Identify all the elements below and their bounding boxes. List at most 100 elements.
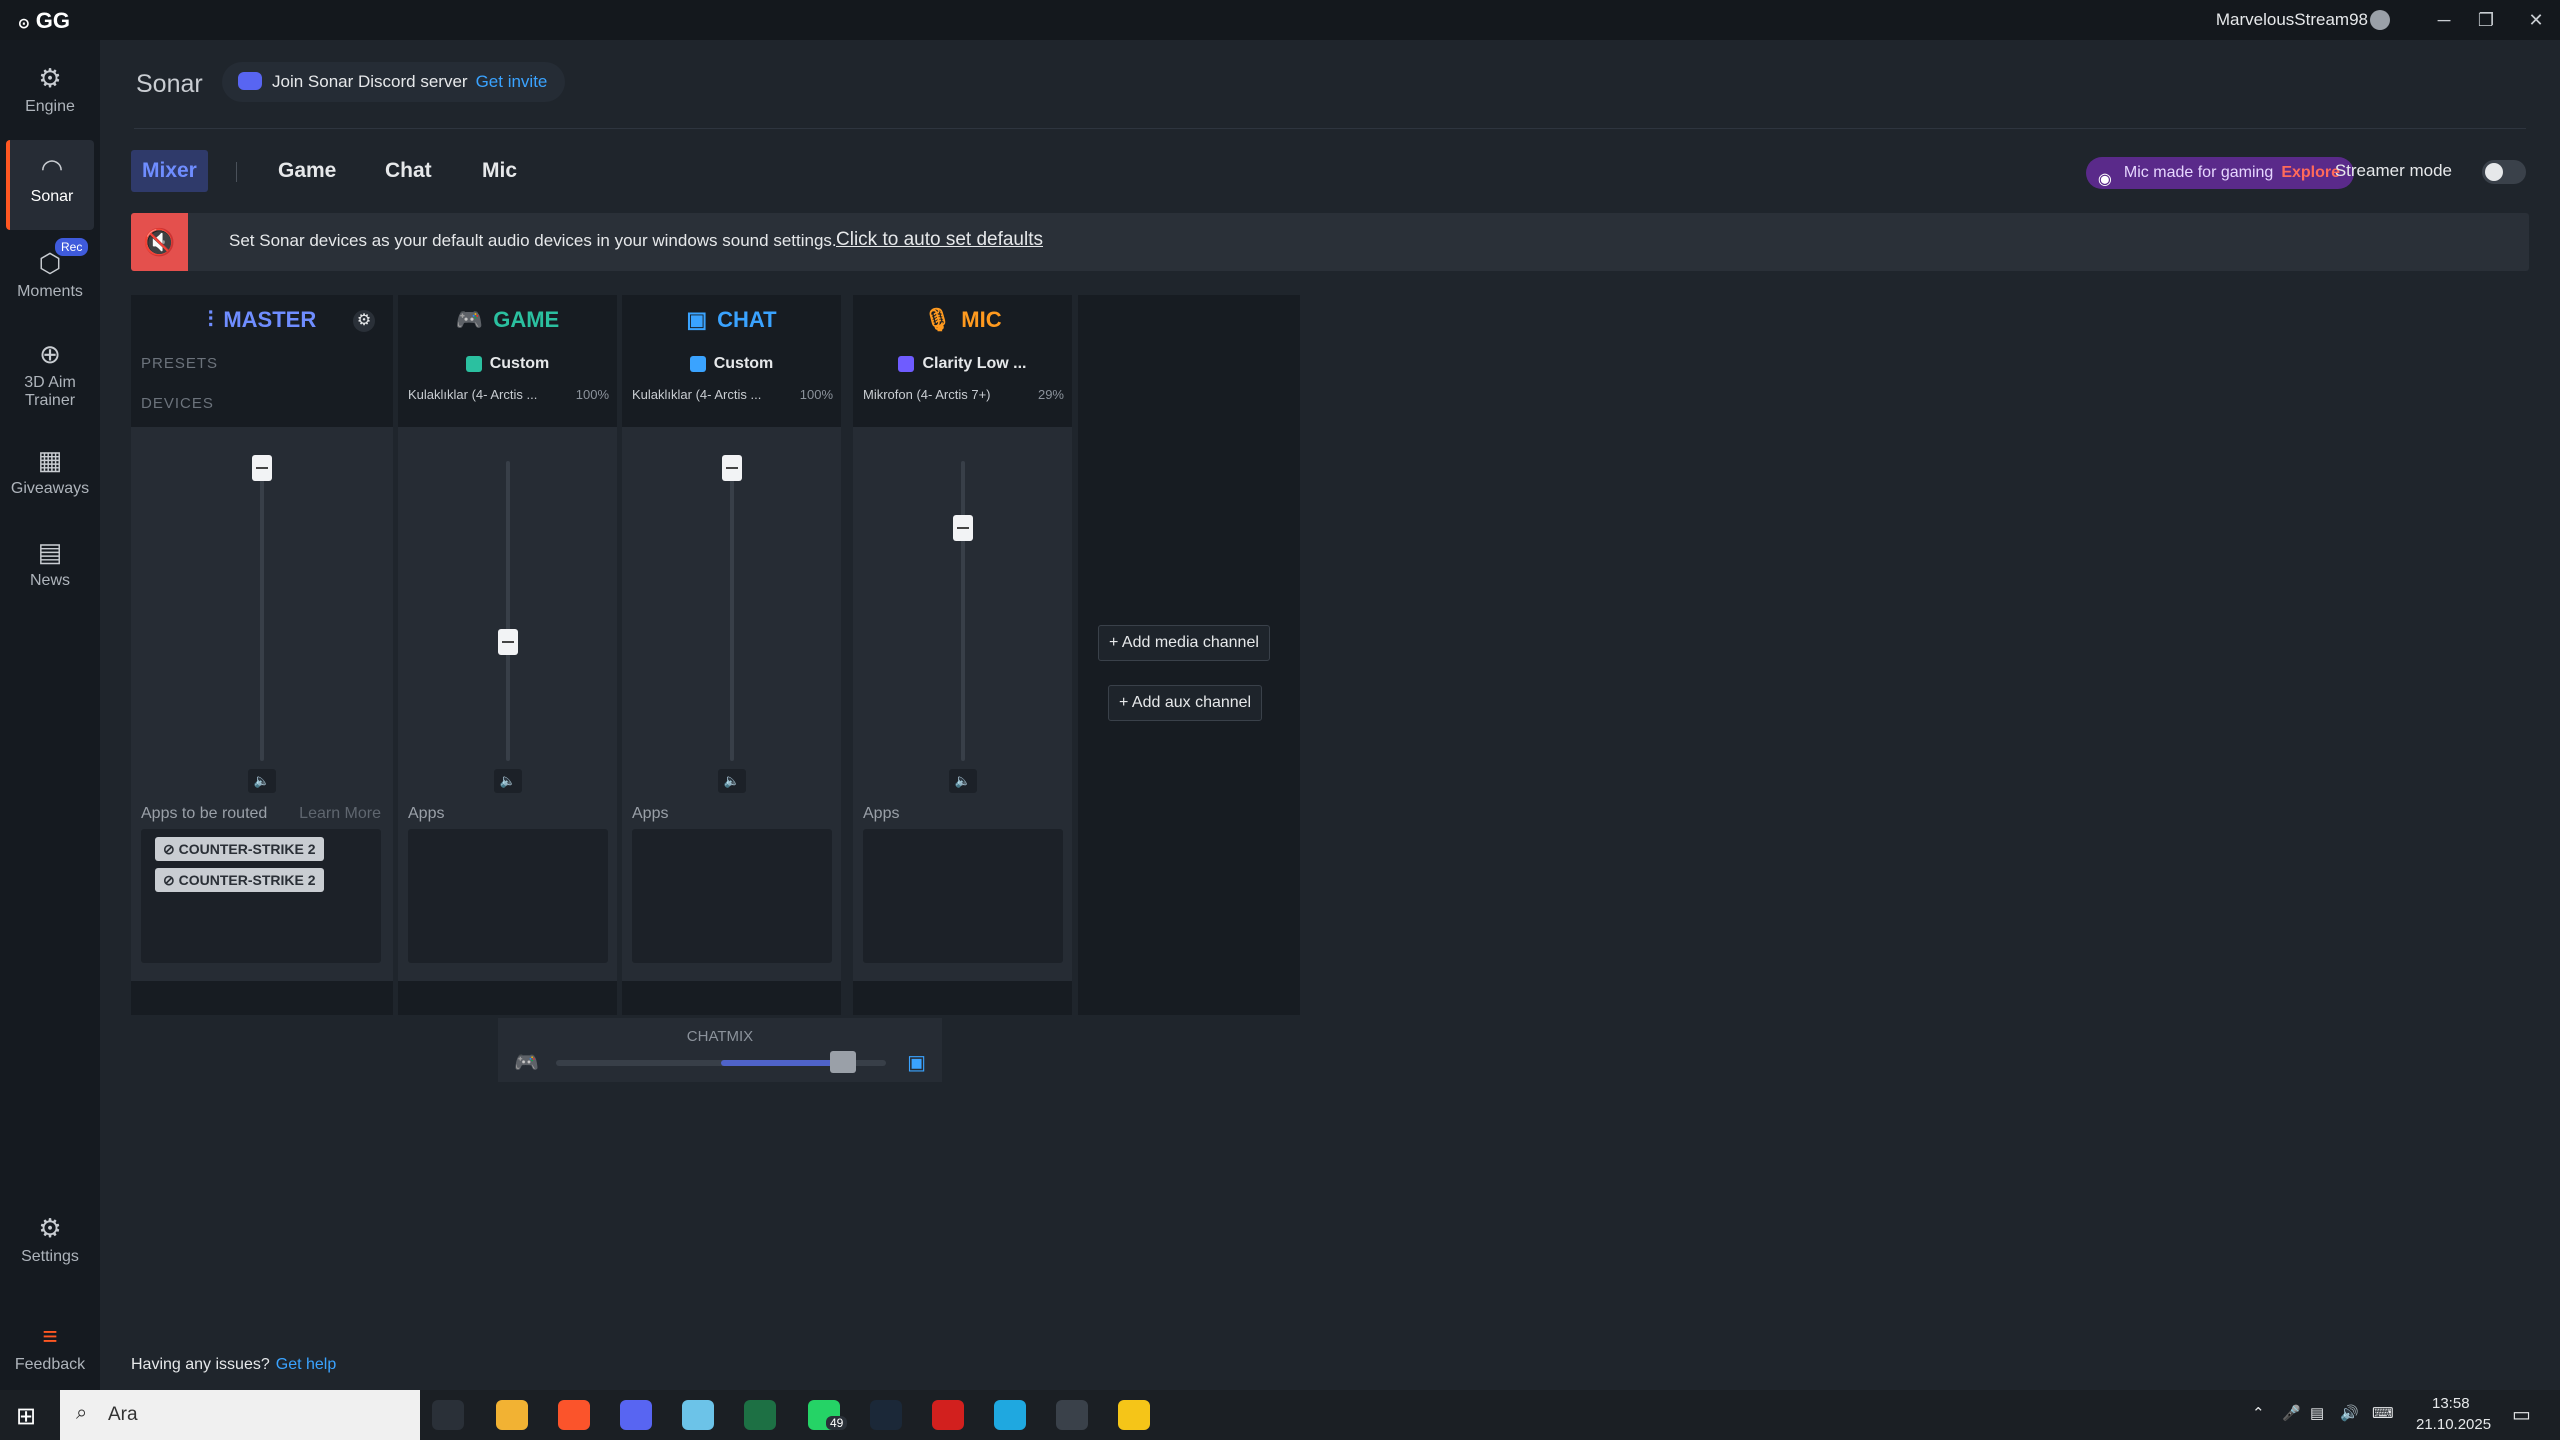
auto-set-defaults-link[interactable]: Click to auto set defaults (836, 229, 1043, 251)
volume-icon[interactable]: 🔊 (2340, 1404, 2359, 1422)
tab-mixer[interactable]: Mixer (131, 150, 208, 192)
game-device-select[interactable]: Kulaklıklar (4- Arctis ... (408, 387, 537, 402)
mic-promo-icon: ◉ (2097, 171, 2112, 188)
discord-icon[interactable] (620, 1400, 652, 1430)
app-chip[interactable]: ⊘ COUNTER-STRIKE 2 (155, 868, 324, 892)
mic-channel: 🎙 MIC Clarity Low ... Mikrofon (4- Arctis… (853, 295, 1072, 1015)
chatmix-slider-track[interactable] (556, 1051, 886, 1073)
master-speaker-icon[interactable]: 🔈 (248, 769, 276, 793)
add-aux-channel-button[interactable]: + Add aux channel (1108, 685, 1263, 721)
engine-icon: ⚙ (38, 63, 62, 93)
sonar-icon: ◠ (40, 153, 64, 183)
acrobat-icon[interactable] (932, 1400, 964, 1430)
sidebar-item-feedback[interactable]: ≡ Feedback (6, 1318, 94, 1388)
app-icon[interactable] (1118, 1400, 1150, 1430)
main-panel: Sonar Join Sonar Discord server Get invit… (100, 40, 2560, 1390)
sidebar-item-news[interactable]: ▤ News (6, 534, 94, 614)
taskbar-search-input[interactable]: Ara (60, 1390, 420, 1440)
game-device-volume: 100% (575, 387, 609, 402)
clock-date[interactable]: 21.10.2025 (2416, 1416, 2491, 1433)
learn-more-link[interactable]: Learn More (299, 805, 381, 823)
game-apps-label: Apps (408, 805, 445, 822)
chat-speaker-icon[interactable]: 🔈 (718, 769, 746, 793)
page-title: Sonar (136, 70, 203, 98)
brave-browser-icon[interactable] (558, 1400, 590, 1430)
mic-apps-label: Apps (863, 805, 900, 822)
game-fader-track[interactable] (506, 461, 510, 761)
network-icon[interactable]: ▤ (2310, 1404, 2324, 1422)
mic-promo-banner[interactable]: ◉ Mic made for gaming Explore (2085, 157, 2354, 189)
discord-banner[interactable]: Join Sonar Discord server Get invite (222, 62, 566, 102)
preset-icon (465, 355, 482, 372)
sidebar-item-giveaways[interactable]: ▦ Giveaways (6, 442, 94, 522)
game-fader-area: 🔈 Apps (398, 427, 617, 981)
tab-divider (236, 162, 237, 182)
discord-icon (238, 72, 262, 90)
notifications-icon[interactable]: ▭ (2512, 1402, 2531, 1427)
game-speaker-icon[interactable]: 🔈 (494, 769, 522, 793)
get-invite-link[interactable]: Get invite (476, 72, 548, 91)
mic-fader-track[interactable] (961, 461, 965, 761)
streamer-mode-toggle[interactable] (2482, 160, 2526, 184)
chat-fader-knob[interactable] (722, 455, 742, 481)
chatmix-slider-knob[interactable] (830, 1051, 857, 1073)
sidebar-item-sonar[interactable]: ◠ Sonar (6, 140, 94, 230)
microphone-icon: 🎙 (923, 307, 952, 332)
add-media-channel-button[interactable]: + Add media channel (1098, 625, 1270, 661)
sidebar-item-engine[interactable]: ⚙ Engine (6, 60, 94, 140)
preset-icon (689, 355, 706, 372)
get-help-link[interactable]: Get help (276, 1356, 336, 1373)
mic-fader-knob[interactable] (953, 515, 973, 541)
game-fader-knob[interactable] (498, 629, 518, 655)
chat-device-volume: 100% (799, 387, 833, 402)
minimize-button[interactable]: ─ (2424, 4, 2464, 36)
steam-icon[interactable] (870, 1400, 902, 1430)
mic-device-select[interactable]: Mikrofon (4- Arctis 7+) (863, 387, 991, 402)
default-devices-banner: 🔇 Set Sonar devices as your default audi… (131, 213, 2529, 271)
gift-icon: ▦ (37, 445, 63, 475)
chat-preset-select[interactable]: Custom (622, 347, 841, 381)
steelseries-gg-icon[interactable] (1056, 1400, 1088, 1430)
chevron-up-icon[interactable]: ⌃ (2252, 1404, 2265, 1422)
game-apps-list (408, 829, 608, 963)
sidebar: ⚙ Engine ◠ Sonar ⬡ Moments Rec ⊕ 3D Aim … (0, 40, 100, 1390)
mic-speaker-icon[interactable]: 🔈 (949, 769, 977, 793)
chat-fader-area: 🔈 Apps (622, 427, 841, 981)
avatar[interactable] (2370, 10, 2390, 30)
file-explorer-icon[interactable] (496, 1400, 528, 1430)
game-preset-select[interactable]: Custom (398, 347, 617, 381)
explore-link[interactable]: Explore (2281, 164, 2340, 181)
windows-start-icon[interactable]: ⊞ (16, 1402, 36, 1431)
chat-device-select[interactable]: Kulaklıklar (4- Arctis ... (632, 387, 761, 402)
chat-fader-track[interactable] (730, 461, 734, 761)
presets-label: PRESETS (141, 355, 219, 372)
master-fader-track[interactable] (260, 461, 264, 761)
game-channel: 🎮 GAME Custom Kulaklıklar (4- Arctis ... … (398, 295, 617, 1015)
restore-button[interactable]: ❐ (2466, 4, 2506, 36)
master-channel: ⫶ MASTER ⚙ PRESETS DEVICES 🔈 Apps to be r… (131, 295, 393, 1015)
mic-preset-select[interactable]: Clarity Low ... (853, 347, 1072, 381)
sidebar-item-3d-aim-trainer[interactable]: ⊕ 3D Aim Trainer (6, 336, 94, 436)
rec-badge: Rec (55, 238, 89, 256)
chatmix-label: CHATMIX (686, 1028, 754, 1045)
keyboard-icon[interactable]: ⌨ (2372, 1404, 2394, 1422)
close-button[interactable]: ✕ (2516, 4, 2556, 36)
app-logo: ⊙ GG (18, 8, 70, 33)
tab-mic[interactable]: Mic (482, 150, 517, 192)
app-icon[interactable] (682, 1400, 714, 1430)
tab-game[interactable]: Game (278, 150, 336, 192)
tab-chat[interactable]: Chat (385, 150, 432, 192)
sidebar-item-settings[interactable]: ⚙ Settings (6, 1210, 94, 1290)
task-view-icon[interactable] (432, 1400, 464, 1430)
master-settings-gear-icon[interactable]: ⚙ (353, 310, 375, 332)
feedback-icon: ≡ (42, 1321, 58, 1351)
username[interactable]: MarvelousStream98 (2216, 10, 2368, 30)
whatsapp-badge: 49 (826, 1416, 848, 1430)
sidebar-item-moments[interactable]: ⬡ Moments (6, 245, 94, 325)
app-chip[interactable]: ⊘ COUNTER-STRIKE 2 (155, 837, 324, 861)
edge-icon[interactable] (994, 1400, 1026, 1430)
microphone-tray-icon[interactable]: 🎤 (2282, 1404, 2301, 1422)
master-fader-knob[interactable] (252, 455, 272, 481)
excel-icon[interactable] (744, 1400, 776, 1430)
clock-time[interactable]: 13:58 (2432, 1395, 2470, 1412)
